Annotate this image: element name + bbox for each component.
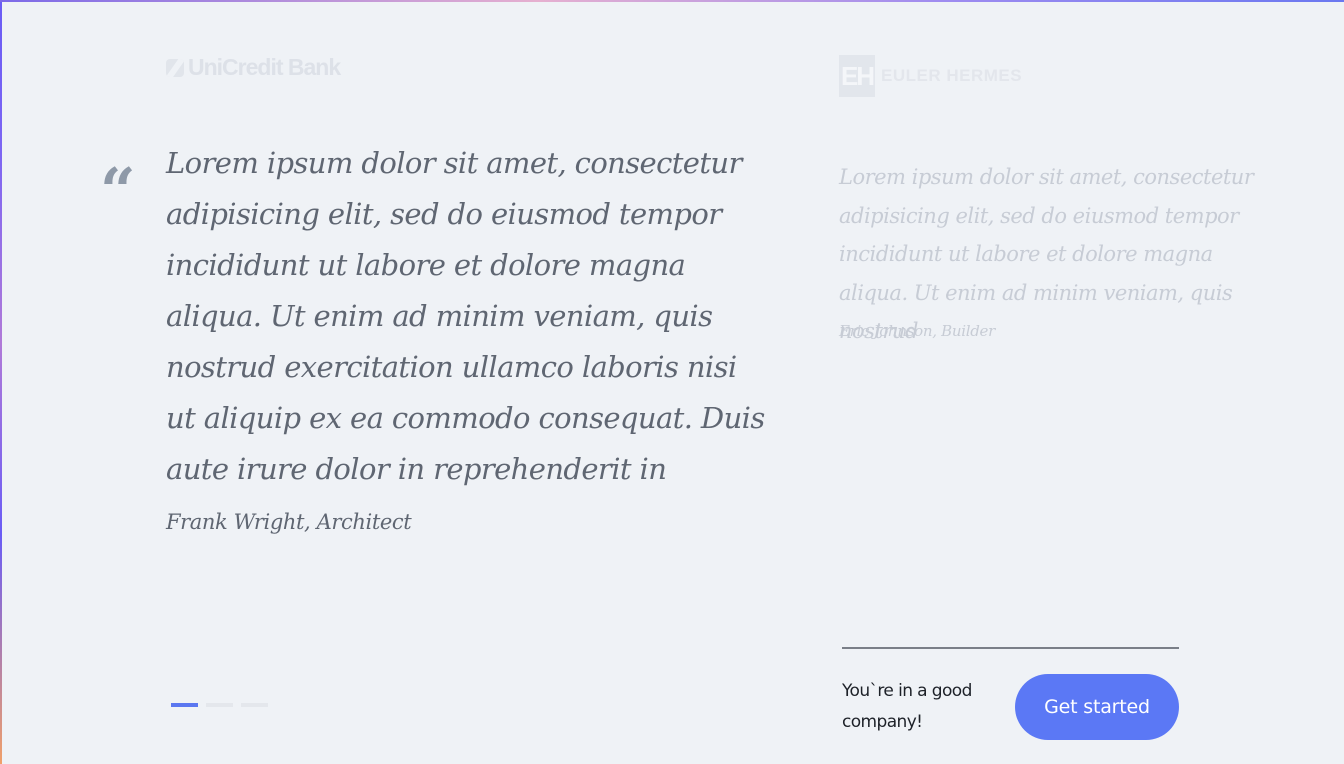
cta-divider — [842, 647, 1179, 649]
testimonial-author-active: Frank Wright, Architect — [166, 510, 412, 534]
pager-dot-3[interactable] — [241, 703, 268, 707]
unicredit-logo: UniCredit Bank — [166, 54, 341, 81]
unicredit-logo-mark-icon — [166, 58, 184, 77]
quote-icon: “ — [100, 154, 136, 227]
testimonial-quote-active: Lorem ipsum dolor sit amet, consectetur … — [166, 146, 765, 486]
euler-hermes-logo-mark: EH — [839, 55, 875, 97]
testimonial-pager — [171, 703, 268, 707]
testimonial-author-next: Eric Johnson, Builder — [839, 322, 996, 340]
get-started-button[interactable]: Get started — [1015, 674, 1179, 740]
pager-dot-2[interactable] — [206, 703, 233, 707]
top-accent-border — [0, 0, 1344, 2]
pager-dot-1[interactable] — [171, 703, 198, 707]
euler-hermes-logo-text: EULER HERMES — [881, 66, 1023, 85]
left-accent-border — [0, 0, 2, 764]
unicredit-logo-text: UniCredit Bank — [188, 54, 341, 80]
cta-tagline: You`re in a good company! — [842, 681, 972, 732]
euler-hermes-logo: EH EULER HERMES — [839, 55, 1022, 97]
